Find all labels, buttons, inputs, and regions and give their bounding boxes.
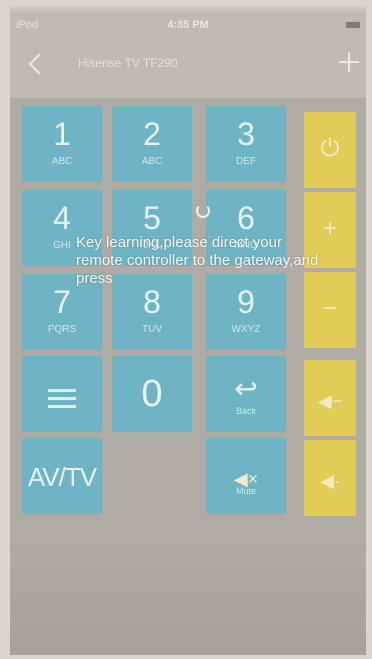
return-icon: ↩ xyxy=(234,373,258,404)
key-2-button[interactable]: 2 ABC xyxy=(112,106,192,182)
key-number: 6 xyxy=(237,200,255,236)
status-bar: iPod 4:35 PM xyxy=(10,14,366,38)
key-letters: ABC xyxy=(51,156,73,167)
key-letters: TUV xyxy=(142,324,162,335)
speaker-icon: ◀· xyxy=(320,471,340,491)
phone-screen: iPod 4:35 PM Hisense TV TF290 1 ABC 2 AB… xyxy=(10,6,366,655)
minus-icon: − xyxy=(322,295,337,322)
key-number: 2 xyxy=(143,116,161,152)
key-1-button[interactable]: 1 ABC xyxy=(22,106,102,182)
bottom-shade xyxy=(10,535,366,655)
mute-label: Mute xyxy=(235,486,256,496)
av-tv-button[interactable]: AV/TV xyxy=(22,438,102,514)
battery-icon xyxy=(346,22,360,28)
page-title: Hisense TV TF290 xyxy=(78,56,178,70)
power-icon: ⏻ xyxy=(320,135,340,162)
loading-icon xyxy=(196,204,210,218)
chevron-left-icon[interactable] xyxy=(24,50,46,78)
remote-keypad: 1 ABC 2 ABC 3 DEF ⏻ 4 GHI 5 JKL 6 MNO + xyxy=(10,98,366,655)
key-number: 0 xyxy=(141,373,163,415)
power-button[interactable]: ⏻ xyxy=(304,112,356,188)
key-learning-message: Key learning,please direct your remote c… xyxy=(76,234,319,287)
key-number: 5 xyxy=(143,200,161,236)
plus-icon[interactable] xyxy=(336,49,362,75)
key-number: 1 xyxy=(53,116,71,152)
key-letters: WXYZ xyxy=(231,324,261,335)
av-tv-label: AV/TV xyxy=(27,462,97,492)
key-letters: ABC xyxy=(141,156,163,167)
speaker-icon: ◀− xyxy=(317,391,343,411)
key-3-button[interactable]: 3 DEF xyxy=(206,106,286,182)
key-letters: DEF xyxy=(236,156,256,167)
mute-button[interactable]: ◀× Mute xyxy=(206,438,286,514)
channel-up-button[interactable]: ◀− xyxy=(304,360,356,436)
back-button[interactable]: ↩ Back xyxy=(206,356,286,432)
key-number: 4 xyxy=(53,200,71,236)
key-0-button[interactable]: 0 xyxy=(112,356,192,432)
menu-button[interactable] xyxy=(22,356,102,432)
back-label: Back xyxy=(235,406,256,416)
key-letters: PQRS xyxy=(47,324,77,335)
channel-down-button[interactable]: ◀· xyxy=(304,440,356,516)
key-number: 3 xyxy=(237,116,255,152)
menu-icon xyxy=(22,356,102,408)
status-time: 4:35 PM xyxy=(167,19,209,31)
navigation-bar: Hisense TV TF290 xyxy=(10,38,366,96)
screen-edge xyxy=(10,6,366,14)
